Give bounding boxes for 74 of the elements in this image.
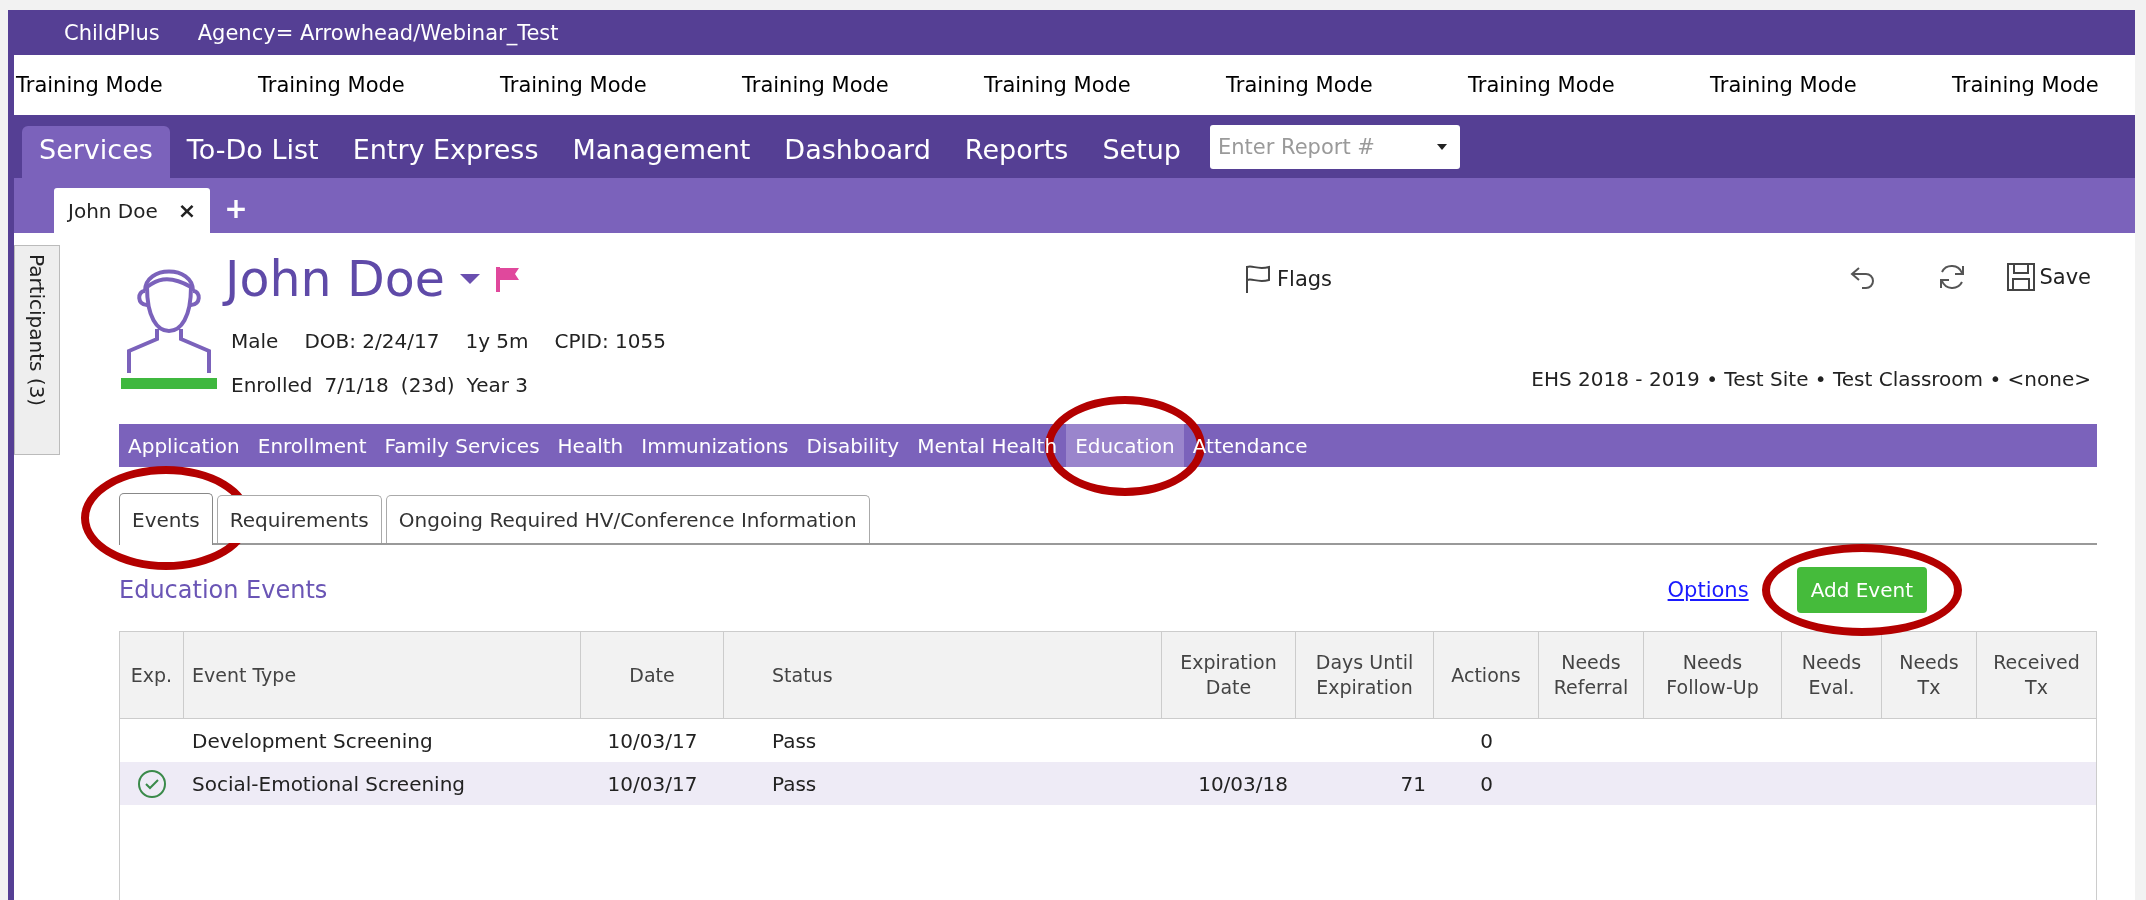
table-cell: Pass bbox=[772, 728, 817, 753]
participants-tab[interactable]: Participants (3) bbox=[14, 245, 60, 455]
column-header[interactable]: Event Type bbox=[184, 632, 581, 718]
options-link[interactable]: Options bbox=[1667, 578, 1749, 602]
sub-tab[interactable]: Ongoing Required HV/Conference Information bbox=[385, 495, 870, 543]
module-tab[interactable]: Application bbox=[119, 424, 249, 467]
module-tab[interactable]: Family Services bbox=[375, 424, 549, 467]
new-tab-button[interactable]: + bbox=[224, 186, 248, 225]
nav-tab[interactable]: Setup bbox=[1085, 126, 1198, 178]
table-cell: 0 bbox=[1480, 771, 1493, 796]
training-mode-label: Training Mode bbox=[258, 73, 406, 97]
column-header[interactable]: Needs Eval. bbox=[1782, 632, 1882, 718]
nav-tab[interactable]: To-Do List bbox=[169, 126, 336, 178]
column-header[interactable]: Exp. bbox=[120, 632, 184, 718]
column-header[interactable]: Needs Referral bbox=[1539, 632, 1644, 718]
nav-tab[interactable]: Reports bbox=[947, 126, 1086, 178]
detail-text: Male bbox=[231, 329, 279, 353]
agency-label: Agency= Arrowhead/Webinar_Test bbox=[197, 20, 559, 45]
nav-tab[interactable]: Services bbox=[22, 126, 170, 178]
detail-text: 1y 5m bbox=[465, 329, 529, 353]
table-cell: Development Screening bbox=[192, 728, 433, 753]
close-icon[interactable]: × bbox=[177, 198, 197, 223]
app-name: ChildPlus bbox=[64, 20, 160, 45]
tab-label: John Doe bbox=[68, 198, 158, 223]
training-mode-label: Training Mode bbox=[500, 73, 648, 97]
flags-button[interactable]: Flags bbox=[1245, 265, 1333, 293]
enrollment-text: (23d) bbox=[400, 373, 455, 397]
training-mode-label: Training Mode bbox=[984, 73, 1132, 97]
enrollment-text: 7/1/18 bbox=[324, 373, 389, 397]
save-icon bbox=[2007, 263, 2036, 291]
column-header[interactable]: Needs Follow-Up bbox=[1644, 632, 1782, 718]
table-cell: Social-Emotional Screening bbox=[192, 771, 466, 796]
nav-tab[interactable]: Dashboard bbox=[767, 126, 948, 178]
document-tab[interactable]: John Doe × bbox=[54, 188, 211, 233]
dropdown-caret-icon[interactable] bbox=[459, 273, 481, 285]
section-title: Education Events bbox=[119, 576, 329, 604]
column-header[interactable]: Days Until Expiration bbox=[1296, 632, 1434, 718]
module-tab[interactable]: Enrollment bbox=[248, 424, 376, 467]
table-cell: 71 bbox=[1400, 771, 1426, 796]
training-mode-label: Training Mode bbox=[16, 73, 164, 97]
report-number-field[interactable]: Enter Report # bbox=[1210, 124, 1460, 169]
nav-tab[interactable]: Entry Express bbox=[335, 126, 556, 178]
training-mode-label: Training Mode bbox=[1952, 73, 2100, 97]
module-tab[interactable]: Immunizations bbox=[632, 424, 798, 467]
column-header[interactable]: Date bbox=[581, 632, 724, 718]
table-row[interactable]: Development Screening 10/03/17 Pass 0 bbox=[120, 719, 2096, 762]
table-row[interactable]: Social-Emotional Screening 10/03/17 Pass 10/03/18 71 0 bbox=[120, 762, 2096, 805]
module-tab[interactable]: Health bbox=[548, 424, 633, 467]
table-cell: Pass bbox=[772, 771, 817, 796]
nav-tab[interactable]: Management bbox=[555, 126, 768, 178]
column-header[interactable]: Expiration Date bbox=[1162, 632, 1296, 718]
caret-icon bbox=[1436, 142, 1448, 151]
detail-text: CPID: 1055 bbox=[554, 329, 666, 353]
sub-tab[interactable]: Requirements bbox=[216, 495, 382, 543]
table-cell: 0 bbox=[1480, 728, 1493, 753]
detail-text: DOB: 2/24/17 bbox=[304, 329, 440, 353]
save-button[interactable]: Save bbox=[2007, 263, 2091, 291]
enrollment-text: Year 3 bbox=[466, 373, 528, 397]
column-header[interactable]: Needs Tx bbox=[1882, 632, 1977, 718]
training-mode-label: Training Mode bbox=[1710, 73, 1858, 97]
training-mode-label: Training Mode bbox=[742, 73, 890, 97]
column-header[interactable]: Actions bbox=[1434, 632, 1539, 718]
program-info: EHS 2018 - 2019 • Test Site • Test Classroom • <none> bbox=[1531, 367, 2091, 391]
column-header[interactable]: Status bbox=[724, 632, 1162, 718]
sub-tab[interactable]: Events bbox=[119, 493, 213, 545]
table-cell: 10/03/17 bbox=[607, 728, 698, 753]
training-mode-label: Training Mode bbox=[1468, 73, 1616, 97]
training-mode-label: Training Mode bbox=[1226, 73, 1374, 97]
column-header[interactable]: Received Tx bbox=[1977, 632, 2096, 718]
module-tab[interactable]: Disability bbox=[797, 424, 909, 467]
flag-outline-icon bbox=[1245, 265, 1271, 293]
table-cell: 10/03/18 bbox=[1198, 771, 1288, 796]
enrollment-text: Enrolled bbox=[231, 373, 313, 397]
table-cell: 10/03/17 bbox=[607, 771, 698, 796]
